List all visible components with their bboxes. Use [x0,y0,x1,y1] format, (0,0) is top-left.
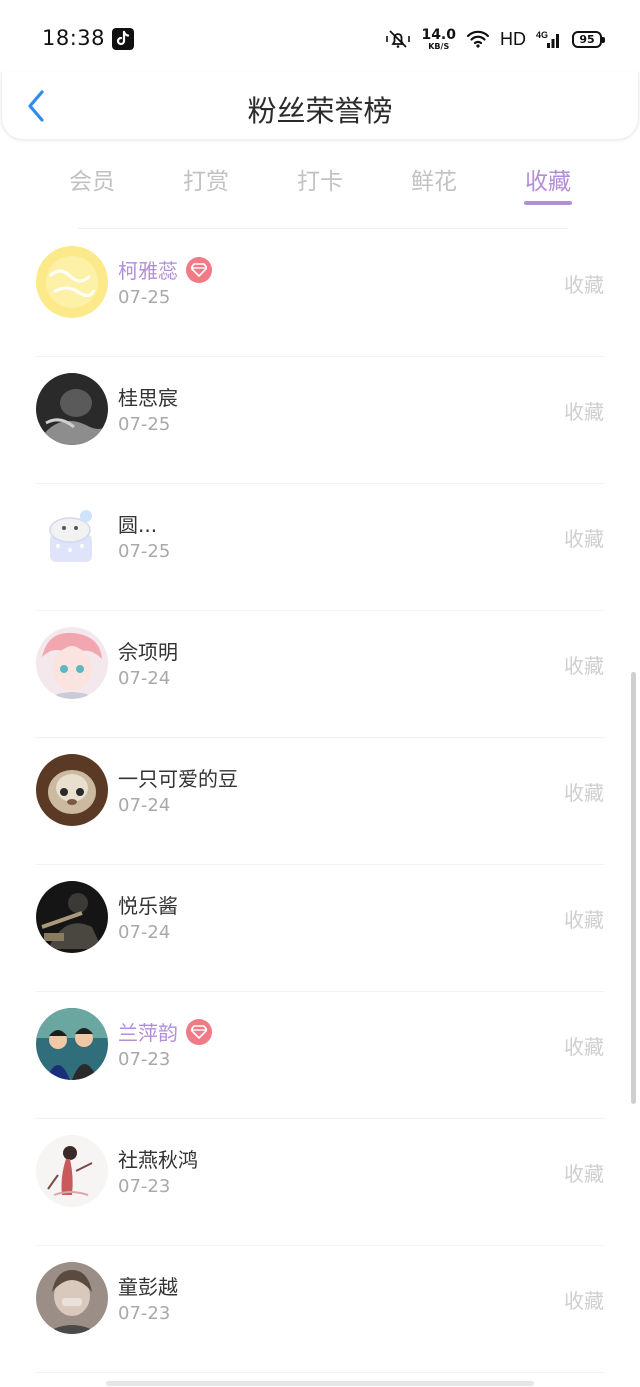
mute-vibrate-icon [385,28,411,50]
net-speed-unit: KB/S [428,41,450,51]
diamond-vip-icon [186,1018,212,1045]
favorite-action[interactable]: 收藏 [564,523,604,552]
fan-date: 07-23 [118,1303,171,1324]
diamond-vip-icon [186,256,212,283]
name-line: 一只可爱的豆 [118,763,238,792]
status-time: 18:38 [42,26,106,50]
fan-name: 圆... [118,513,158,537]
status-icons: 14.0 KB/S HD 4G 95 [385,26,605,52]
list-item[interactable]: 桂思宸 07-25 收藏 [0,357,640,484]
tiktok-icon [112,28,134,50]
name-line: 童彭越 [118,1271,178,1300]
favorite-action[interactable]: 收藏 [564,269,604,298]
battery-icon: 95 [572,30,605,48]
tab-tip[interactable]: 打赏 [166,162,246,196]
avatar[interactable] [36,881,108,953]
avatar[interactable] [36,500,108,572]
list-item[interactable]: 童彭越 07-23 收藏 [0,1246,640,1373]
page-title: 粉丝荣誉榜 [247,94,393,128]
favorite-action[interactable]: 收藏 [564,904,604,933]
favorite-action[interactable]: 收藏 [564,1031,604,1060]
avatar[interactable] [36,1008,108,1080]
avatar[interactable] [36,1135,108,1207]
tab-member[interactable]: 会员 [52,162,132,196]
status-bar: 18:38 14.0 KB/S HD 4G 95 [0,0,640,78]
network-type-label: 4G [536,30,548,40]
fan-name: 一只可爱的豆 [118,767,238,791]
fan-date: 07-25 [118,287,171,308]
page-header: 粉丝荣誉榜 [1,72,639,140]
fan-name: 悦乐酱 [118,894,178,918]
list-item[interactable]: 社燕秋鸿 07-23 收藏 [0,1119,640,1246]
favorite-action[interactable]: 收藏 [564,1285,604,1314]
fan-name: 兰萍韵 [118,1021,178,1045]
name-line: 圆... [118,509,157,538]
avatar[interactable] [36,373,108,445]
fan-date: 07-25 [118,541,171,562]
favorite-action[interactable]: 收藏 [564,1158,604,1187]
tab-bar: 会员 打赏 打卡 鲜花 收藏 [0,150,640,210]
fan-date: 07-25 [118,414,171,435]
avatar[interactable] [36,1262,108,1334]
fan-name: 桂思宸 [118,386,178,410]
tab-flowers[interactable]: 鲜花 [394,162,474,196]
battery-level: 95 [579,32,595,46]
hd-label: HD [500,28,526,49]
favorite-action[interactable]: 收藏 [564,396,604,425]
name-line: 桂思宸 [118,382,178,411]
tab-favorites[interactable]: 收藏 [508,162,588,196]
net-speed: 14.0 KB/S [421,28,456,51]
wifi-icon [466,29,490,49]
divider [35,1372,605,1373]
fan-name: 柯雅蕊 [118,259,178,283]
list-item[interactable]: 兰萍韵 07-23 收藏 [0,992,640,1119]
signal-icon: 4G [536,29,562,49]
divider [78,228,568,229]
list-item[interactable]: 悦乐酱 07-24 收藏 [0,865,640,992]
avatar[interactable] [36,754,108,826]
favorite-action[interactable]: 收藏 [564,650,604,679]
net-speed-value: 14.0 [421,26,456,43]
fan-date: 07-24 [118,922,171,943]
favorite-action[interactable]: 收藏 [564,777,604,806]
name-line: 悦乐酱 [118,890,178,919]
list-item[interactable]: 佘项明 07-24 收藏 [0,611,640,738]
list-item[interactable]: 一只可爱的豆 07-24 收藏 [0,738,640,865]
list-item[interactable]: 圆... 07-25 收藏 [0,484,640,611]
fan-date: 07-23 [118,1176,171,1197]
list-item[interactable]: 柯雅蕊 07-25 收藏 [0,230,640,357]
tab-checkin[interactable]: 打卡 [280,162,360,196]
active-tab-indicator [524,201,572,205]
scrollbar[interactable] [631,672,636,1104]
name-line: 佘项明 [118,636,178,665]
home-indicator[interactable] [106,1381,534,1386]
fan-date: 07-24 [118,795,171,816]
name-line: 柯雅蕊 [118,255,212,284]
fan-date: 07-24 [118,668,171,689]
name-line: 兰萍韵 [118,1017,212,1046]
fan-name: 佘项明 [118,640,178,664]
fan-name: 社燕秋鸿 [118,1148,198,1172]
fan-name: 童彭越 [118,1275,178,1299]
fan-date: 07-23 [118,1049,171,1070]
avatar[interactable] [36,246,108,318]
name-line: 社燕秋鸿 [118,1144,198,1173]
avatar[interactable] [36,627,108,699]
